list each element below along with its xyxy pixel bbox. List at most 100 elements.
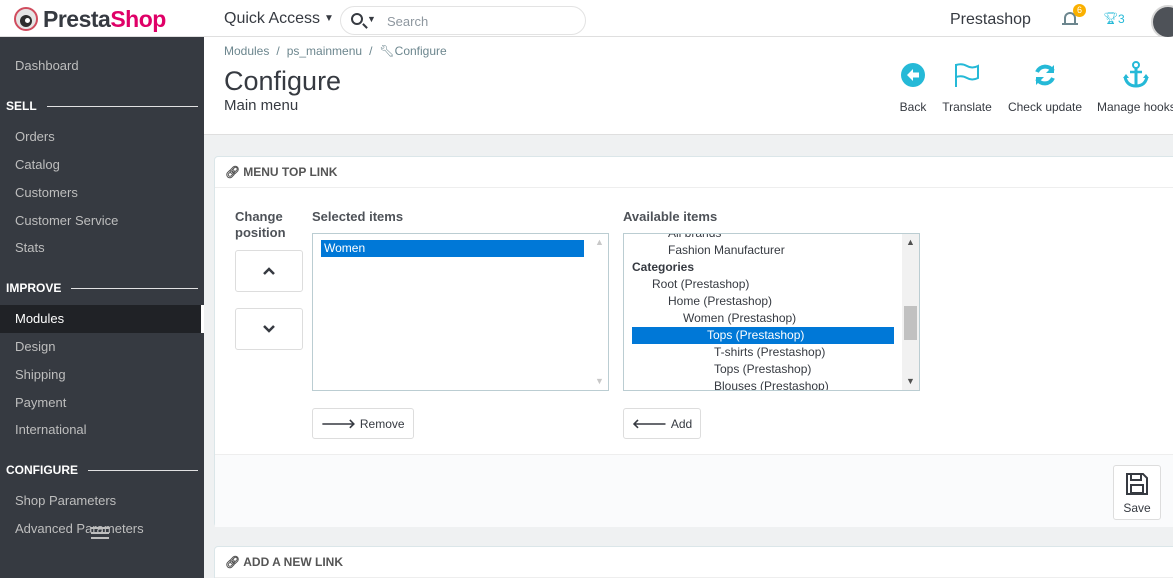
save-button-label: Save bbox=[1123, 501, 1151, 515]
sidebar-section-improve: IMPROVE bbox=[6, 281, 198, 295]
list-item[interactable]: Tops (Prestashop) bbox=[624, 361, 919, 378]
sidebar-item-catalog[interactable]: Catalog bbox=[0, 151, 204, 179]
sidebar-item-shop-parameters[interactable]: Shop Parameters bbox=[0, 487, 204, 515]
list-item[interactable]: Home (Prestashop) bbox=[624, 293, 919, 310]
translate-button[interactable]: Translate bbox=[940, 60, 994, 114]
back-arrow-icon bbox=[898, 60, 928, 90]
quick-access-dropdown[interactable]: Quick Access ▼ bbox=[224, 10, 334, 28]
chevron-up-icon bbox=[263, 267, 275, 275]
sidebar-section-configure: CONFIGURE bbox=[6, 463, 198, 477]
quick-access-label: Quick Access bbox=[224, 10, 321, 27]
menu-top-link-panel: 🔗︎ MENU TOP LINK Change position Selected… bbox=[214, 156, 1173, 527]
search-icon[interactable] bbox=[351, 13, 363, 25]
breadcrumb-ps-mainmenu[interactable]: ps_mainmenu bbox=[287, 44, 362, 58]
list-item[interactable]: Women (Prestashop) bbox=[624, 310, 919, 327]
add-button[interactable]: 🡐 Add bbox=[623, 408, 702, 439]
add-button-label: Add bbox=[670, 416, 693, 431]
list-group-categories: Categories bbox=[632, 260, 695, 274]
sidebar-item-customer-service[interactable]: Customer Service bbox=[0, 207, 204, 235]
scrollbar[interactable]: ▲ ▼ bbox=[591, 234, 608, 390]
list-item[interactable]: Fashion Manufacturer bbox=[624, 242, 919, 259]
sidebar-item-stats[interactable]: Stats bbox=[0, 234, 204, 262]
top-bar: PrestaShop Quick Access▼ ▼ Prestashop 6 … bbox=[0, 0, 1173, 39]
scroll-up-icon[interactable]: ▲ bbox=[902, 234, 919, 251]
chevron-down-icon bbox=[263, 325, 275, 333]
flag-icon bbox=[940, 60, 994, 90]
sidebar-section-sell-label: SELL bbox=[6, 99, 37, 113]
add-new-link-panel: 🔗︎ ADD A NEW LINK bbox=[214, 546, 1173, 578]
search-box: ▼ bbox=[340, 6, 586, 35]
sidebar-item-design[interactable]: Design bbox=[0, 333, 204, 361]
arrow-right-icon: 🡒 bbox=[321, 415, 356, 431]
back-button[interactable]: Back bbox=[898, 60, 928, 114]
available-items-label: Available items bbox=[623, 209, 718, 224]
remove-button[interactable]: 🡒 Remove bbox=[312, 408, 414, 439]
panel-heading: 🔗︎ ADD A NEW LINK bbox=[215, 547, 1173, 578]
list-item[interactable]: All brands bbox=[624, 234, 919, 242]
change-position-label: Change position bbox=[235, 209, 286, 240]
search-scope-caret-icon[interactable]: ▼ bbox=[367, 14, 376, 24]
list-item[interactable]: Blouses (Prestashop) bbox=[624, 378, 919, 390]
scrollbar[interactable]: ▲ ▼ bbox=[902, 234, 919, 390]
translate-button-label: Translate bbox=[942, 100, 992, 114]
manage-hooks-button[interactable]: Manage hooks bbox=[1097, 60, 1173, 114]
section-divider bbox=[71, 287, 198, 289]
move-down-button[interactable] bbox=[235, 308, 303, 350]
save-button[interactable]: Save bbox=[1113, 465, 1161, 520]
caret-down-icon: ▼ bbox=[324, 13, 334, 24]
scroll-down-icon[interactable]: ▼ bbox=[591, 373, 608, 390]
sidebar-item-orders[interactable]: Orders bbox=[0, 123, 204, 151]
notification-count-badge: 6 bbox=[1073, 4, 1086, 17]
trophy-count[interactable]: 3 bbox=[1118, 12, 1125, 26]
manage-hooks-button-label: Manage hooks bbox=[1097, 100, 1173, 114]
sidebar-section-improve-label: IMPROVE bbox=[6, 281, 62, 295]
scrollbar-thumb[interactable] bbox=[904, 306, 917, 340]
prestashop-logo-icon bbox=[14, 7, 38, 31]
prestashop-logo[interactable]: PrestaShop bbox=[14, 5, 166, 33]
selected-items-list[interactable]: Women ▲ ▼ bbox=[312, 233, 609, 391]
page-subtitle: Main menu bbox=[224, 97, 299, 114]
remove-button-label: Remove bbox=[359, 416, 405, 431]
list-item-selected[interactable]: Tops (Prestashop) bbox=[632, 327, 894, 344]
trophy-icon[interactable]: 🏆︎ bbox=[1103, 11, 1118, 25]
check-update-button[interactable]: Check update bbox=[1006, 60, 1084, 114]
floppy-disk-icon bbox=[1126, 473, 1148, 495]
breadcrumb: Modules / ps_mainmenu / 🔧︎Configure bbox=[224, 44, 447, 58]
panel-heading: 🔗︎ MENU TOP LINK bbox=[215, 157, 1173, 188]
move-up-button[interactable] bbox=[235, 250, 303, 292]
refresh-icon bbox=[1006, 60, 1084, 90]
add-new-link-heading: ADD A NEW LINK bbox=[243, 555, 344, 569]
sidebar-section-configure-label: CONFIGURE bbox=[6, 463, 78, 477]
wrench-icon: 🔧︎ bbox=[379, 44, 395, 58]
sidebar-nav: Dashboard SELL Orders Catalog Customers … bbox=[0, 37, 204, 578]
hamburger-menu-icon[interactable] bbox=[91, 527, 109, 542]
page-header: Modules / ps_mainmenu / 🔧︎Configure Configur… bbox=[204, 37, 1173, 135]
logo-text-presta: Presta bbox=[43, 5, 111, 32]
sidebar-item-payment[interactable]: Payment bbox=[0, 389, 204, 417]
sidebar-item-international[interactable]: International bbox=[0, 416, 204, 444]
breadcrumb-configure: Configure bbox=[394, 44, 447, 58]
sidebar-item-dashboard[interactable]: Dashboard bbox=[0, 52, 204, 80]
list-item[interactable]: Root (Prestashop) bbox=[624, 276, 919, 293]
search-input[interactable] bbox=[387, 12, 567, 30]
sidebar-item-shipping[interactable]: Shipping bbox=[0, 361, 204, 389]
selected-item-women[interactable]: Women bbox=[321, 240, 584, 257]
sidebar-item-customers[interactable]: Customers bbox=[0, 179, 204, 207]
section-divider bbox=[46, 105, 198, 107]
menu-top-link-heading: MENU TOP LINK bbox=[243, 165, 338, 179]
section-divider bbox=[88, 469, 198, 471]
logo-text-shop: Shop bbox=[110, 5, 166, 32]
page-title: Configure bbox=[224, 66, 342, 96]
link-icon: 🔗︎ bbox=[225, 165, 241, 179]
list-item[interactable]: T-shirts (Prestashop) bbox=[624, 344, 919, 361]
scroll-down-icon[interactable]: ▼ bbox=[902, 373, 919, 390]
breadcrumb-modules[interactable]: Modules bbox=[224, 44, 269, 58]
scroll-up-icon[interactable]: ▲ bbox=[591, 234, 608, 251]
panel-footer: Save bbox=[215, 454, 1173, 527]
employee-avatar[interactable] bbox=[1151, 5, 1173, 39]
available-items-list[interactable]: All brands Fashion Manufacturer Categori… bbox=[623, 233, 920, 391]
arrow-left-icon: 🡐 bbox=[632, 415, 667, 431]
sidebar-item-modules[interactable]: Modules bbox=[0, 305, 204, 333]
sidebar-section-sell: SELL bbox=[6, 99, 198, 113]
shop-name-link[interactable]: Prestashop bbox=[950, 11, 1031, 29]
